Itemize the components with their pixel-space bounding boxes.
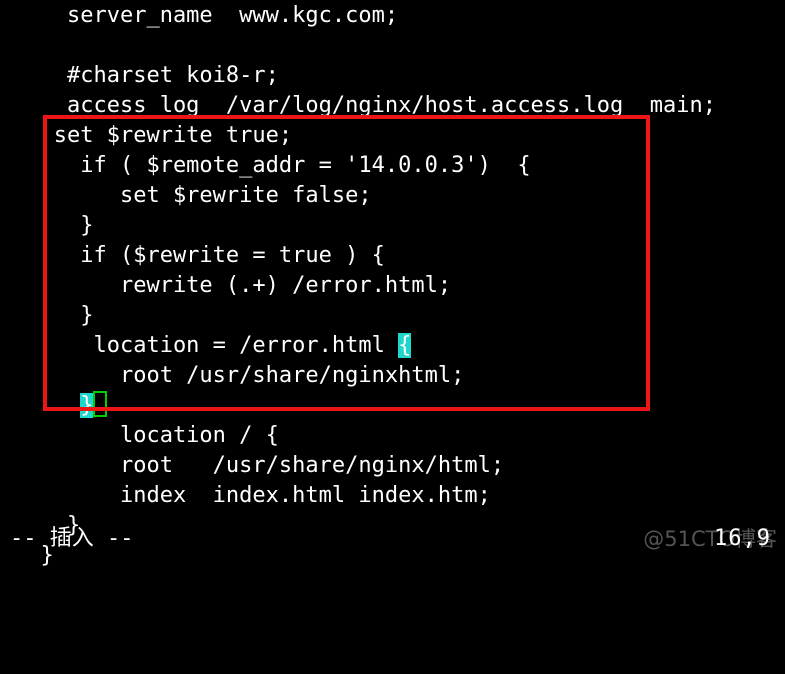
code-line[interactable]: rewrite (.+) /error.html; [0, 271, 785, 301]
code-line[interactable]: set $rewrite true; [0, 121, 785, 151]
code-line-text: set $rewrite false; [14, 183, 372, 208]
code-line-text: location = /error.html [14, 333, 399, 358]
code-line-text: #charset koi8-r; [14, 63, 279, 88]
code-line-text: index index.html index.htm; [14, 483, 491, 508]
code-line-text: } [14, 213, 94, 238]
cursor-position-indicator: 16,9 [714, 526, 771, 551]
matching-brace-highlight-open: { [398, 333, 412, 358]
status-line: -- 插入 -- @51CTO博客 16,9 [0, 524, 785, 554]
code-line[interactable]: #charset koi8-r; [0, 61, 785, 91]
code-line-text: server_name www.kgc.com; [14, 3, 399, 28]
code-buffer[interactable]: server_name www.kgc.com; #charset koi8-r… [0, 0, 785, 571]
code-line[interactable]: location = /error.html { [0, 331, 785, 361]
matching-brace-highlight-close: } [80, 393, 94, 418]
code-line[interactable]: } [0, 211, 785, 241]
code-line[interactable]: server_name www.kgc.com; [0, 1, 785, 31]
code-line[interactable]: root /usr/share/nginx/html; [0, 451, 785, 481]
code-line[interactable]: index index.html index.htm; [0, 481, 785, 511]
text-cursor[interactable] [93, 391, 108, 417]
code-line[interactable]: root /usr/share/nginxhtml; [0, 361, 785, 391]
code-line[interactable]: } [0, 391, 785, 421]
code-line[interactable]: } [0, 301, 785, 331]
code-line-text: root /usr/share/nginx/html; [14, 453, 505, 478]
editor-mode-indicator: -- 插入 -- [10, 526, 134, 551]
code-line-text: access_log /var/log/nginx/host.access.lo… [14, 93, 716, 118]
code-line-text: } [14, 303, 94, 328]
code-line[interactable]: if ( $remote_addr = '14.0.0.3') { [0, 151, 785, 181]
code-line[interactable]: access_log /var/log/nginx/host.access.lo… [0, 91, 785, 121]
code-line-text: root /usr/share/nginxhtml; [14, 363, 465, 388]
code-line-text: set $rewrite true; [14, 123, 293, 148]
code-line-text: location / { [14, 423, 279, 448]
code-line[interactable]: if ($rewrite = true ) { [0, 241, 785, 271]
code-line-text: if ( $remote_addr = '14.0.0.3') { [14, 153, 531, 178]
code-line[interactable]: set $rewrite false; [0, 181, 785, 211]
code-line[interactable] [0, 31, 785, 61]
code-line-text: rewrite (.+) /error.html; [14, 273, 452, 298]
code-line-text: if ($rewrite = true ) { [14, 243, 385, 268]
code-line[interactable]: location / { [0, 421, 785, 451]
terminal-window: server_name www.kgc.com; #charset koi8-r… [0, 0, 785, 568]
